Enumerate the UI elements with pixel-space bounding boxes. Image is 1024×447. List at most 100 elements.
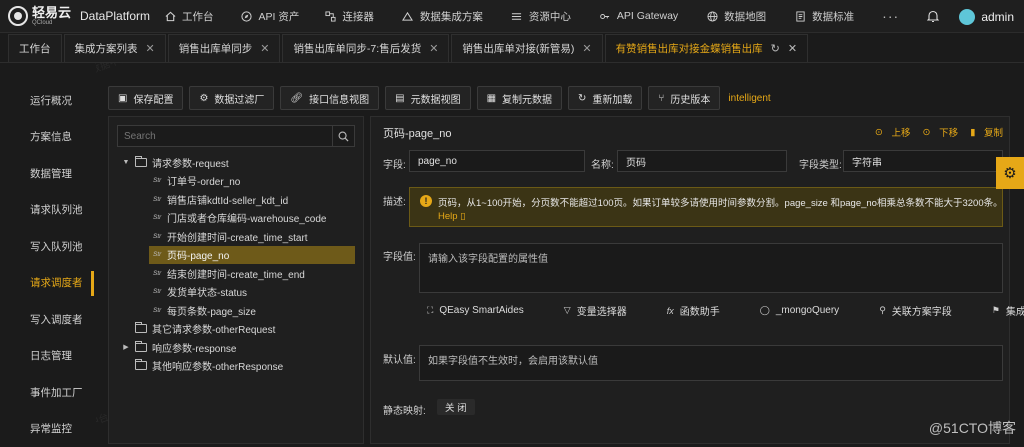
main-nav: 工作台 API 资产 连接器 数据集成方案 资源中心 API Gateway 数… (158, 0, 899, 33)
history-version-button[interactable]: ⑂历史版本 (648, 86, 720, 110)
intelligent-link[interactable]: intelligent (728, 93, 770, 104)
string-type-icon: Str (153, 233, 162, 240)
close-icon[interactable]: ✕ (260, 42, 269, 55)
search-icon[interactable] (332, 125, 354, 147)
mongo-query-button[interactable]: ◯_mongoQuery (760, 303, 859, 318)
field-tree-panel: ▼请求参数-request Str订单号-order_no Str销售店铺kdt… (108, 116, 364, 444)
bulb-icon: ◯ (760, 305, 770, 316)
copy-icon: ▦ (487, 93, 496, 104)
tree-node-response[interactable]: ▶响应参数-response (109, 338, 365, 357)
tree-node-create-time-end[interactable]: Str结束创建时间-create_time_end (109, 264, 365, 283)
nav-item-data-standard[interactable]: 数据标准 (794, 0, 854, 33)
search-input[interactable] (118, 131, 332, 142)
tab-sales-outbound-sync[interactable]: 销售出库单同步✕ (168, 34, 281, 62)
tree-node-status[interactable]: Str发货单状态-status (109, 283, 365, 302)
nav-item-resources[interactable]: 资源中心 (511, 0, 571, 33)
tree-node-request[interactable]: ▼请求参数-request (109, 153, 365, 172)
nav-item-data-map[interactable]: 数据地图 (706, 0, 766, 33)
close-icon[interactable]: ✕ (582, 42, 591, 55)
nav-item-workbench[interactable]: 工作台 (164, 0, 214, 33)
nav-item-integration[interactable]: 数据集成方案 (402, 0, 483, 33)
string-type-icon: Str (153, 270, 162, 277)
tree-node-create-time-start[interactable]: Str开始创建时间-create_time_start (109, 227, 365, 246)
logo[interactable]: 轻易云 QCloud (0, 6, 80, 26)
smart-icon: ⛶ (427, 305, 433, 316)
metadata-view-button[interactable]: ▤元数据视图 (385, 86, 470, 110)
string-type-icon: Str (153, 177, 162, 184)
standard-icon (794, 10, 806, 22)
sidebar-item-log-management[interactable]: 日志管理 (0, 338, 96, 375)
settings-gear-icon[interactable]: ⚙ (996, 157, 1024, 189)
close-icon[interactable]: ✕ (788, 42, 797, 55)
name-input[interactable]: 页码 (617, 150, 787, 172)
sidebar-item-data-management[interactable]: 数据管理 (0, 155, 96, 192)
close-icon[interactable]: ✕ (146, 42, 155, 55)
move-down-button[interactable]: ⊙ 下移 (916, 125, 958, 139)
nav-item-api-gateway[interactable]: API Gateway (599, 0, 678, 33)
tab-sales-outbound-new[interactable]: 销售出库单对接(新管易)✕ (451, 34, 602, 62)
tab-workbench[interactable]: 工作台 (8, 34, 62, 62)
sidebar: 运行概况 方案信息 数据管理 请求队列池 写入队列池 请求调度者 写入调度者 日… (0, 64, 96, 444)
user-name[interactable]: admin (981, 10, 1014, 24)
nav-more-icon[interactable]: ··· (882, 8, 899, 24)
close-icon[interactable]: ✕ (429, 42, 438, 55)
variable-selector-button[interactable]: ▽变量选择器 (564, 303, 647, 318)
field-detail-title: 页码-page_no (383, 125, 452, 141)
type-select[interactable]: 字符串 (843, 150, 1003, 172)
related-field-button[interactable]: ⚲关联方案字段 (879, 303, 972, 318)
link-icon: ⚲ (879, 305, 886, 316)
sidebar-item-event-factory[interactable]: 事件加工厂 (0, 374, 96, 411)
save-config-button[interactable]: ▣保存配置 (108, 86, 183, 110)
reload-icon[interactable]: ↻ (771, 42, 780, 55)
tab-youzan-kingdee[interactable]: 有赞销售出库对接金蝶销售出库↻✕ (605, 34, 808, 62)
folder-icon (135, 343, 147, 352)
tree-node-other-response[interactable]: 其他响应参数-otherResponse (109, 357, 365, 376)
tree-node-seller-kdt-id[interactable]: Str销售店铺kdtId-seller_kdt_id (109, 190, 365, 209)
sidebar-item-overview[interactable]: 运行概况 (0, 82, 96, 119)
bell-icon[interactable] (925, 9, 941, 25)
static-mapping-toggle[interactable]: 关 闭 (437, 399, 475, 415)
tree-node-other-request[interactable]: 其它请求参数-otherRequest (109, 320, 365, 339)
globe-icon (706, 10, 718, 22)
copy-metadata-button[interactable]: ▦复制元数据 (477, 86, 562, 110)
default-value-textarea[interactable]: 如果字段值不生效时，会启用该默认值 (419, 345, 1003, 381)
sidebar-item-plan-info[interactable]: 方案信息 (0, 119, 96, 156)
product-name: DataPlatform (80, 9, 150, 23)
watermark: @51CTO博客 (929, 418, 1016, 438)
tree-node-page-no[interactable]: Str页码-page_no (149, 246, 355, 265)
data-filter-button[interactable]: ⚙数据过滤厂 (189, 86, 274, 110)
logo-subtext: QCloud (32, 20, 71, 26)
field-input[interactable]: page_no (409, 150, 585, 172)
avatar[interactable] (959, 9, 975, 25)
tree-node-warehouse-code[interactable]: Str门店或者仓库编码-warehouse_code (109, 209, 365, 228)
toolbar: ▣保存配置 ⚙数据过滤厂 🔗︎接口信息视图 ▤元数据视图 ▦复制元数据 ↻重新加… (108, 86, 771, 110)
tree-node-order-no[interactable]: Str订单号-order_no (109, 172, 365, 191)
copy-icon: ▮ (970, 127, 978, 138)
caret-down-icon[interactable]: ▼ (121, 159, 131, 166)
sidebar-item-write-scheduler[interactable]: 写入调度者 (0, 301, 96, 338)
integration-icon (402, 10, 414, 22)
reload-button[interactable]: ↻重新加载 (568, 86, 642, 110)
help-link[interactable]: Help ▯ (438, 211, 465, 222)
move-up-button[interactable]: ⊙ 上移 (869, 125, 911, 139)
nav-item-api-assets[interactable]: API 资产 (241, 0, 300, 33)
sidebar-item-request-scheduler[interactable]: 请求调度者 (0, 265, 96, 302)
smart-aides-button[interactable]: ⛶QEasy SmartAides (427, 303, 544, 318)
history-icon: ⑂ (658, 93, 664, 104)
tab-bar: 工作台 集成方案列表✕ 销售出库单同步✕ 销售出库单同步-7:售后发货✕ 销售出… (0, 33, 1024, 63)
copy-button[interactable]: ▮ 复制 (964, 125, 1003, 139)
tab-sales-outbound-sync-7[interactable]: 销售出库单同步-7:售后发货✕ (282, 34, 449, 62)
sidebar-item-exception-monitor[interactable]: 异常监控 (0, 411, 96, 447)
field-value-textarea[interactable]: 请输入该字段配置的属性值 (419, 243, 1003, 293)
interface-view-button[interactable]: 🔗︎接口信息视图 (280, 86, 379, 110)
caret-right-icon[interactable]: ▶ (121, 343, 131, 351)
sidebar-item-write-queue[interactable]: 写入队列池 (0, 228, 96, 265)
tree-node-page-size[interactable]: Str每页条数-page_size (109, 301, 365, 320)
value-label: 字段值: (383, 248, 416, 263)
function-helper-button[interactable]: fx函数助手 (667, 303, 740, 318)
nav-item-connectors[interactable]: 连接器 (324, 0, 374, 33)
sidebar-item-request-queue[interactable]: 请求队列池 (0, 192, 96, 229)
gateway-icon (599, 10, 611, 22)
tab-integration-list[interactable]: 集成方案列表✕ (64, 34, 166, 62)
integration-select-button[interactable]: ⚑集成方案选择 (992, 303, 1024, 318)
